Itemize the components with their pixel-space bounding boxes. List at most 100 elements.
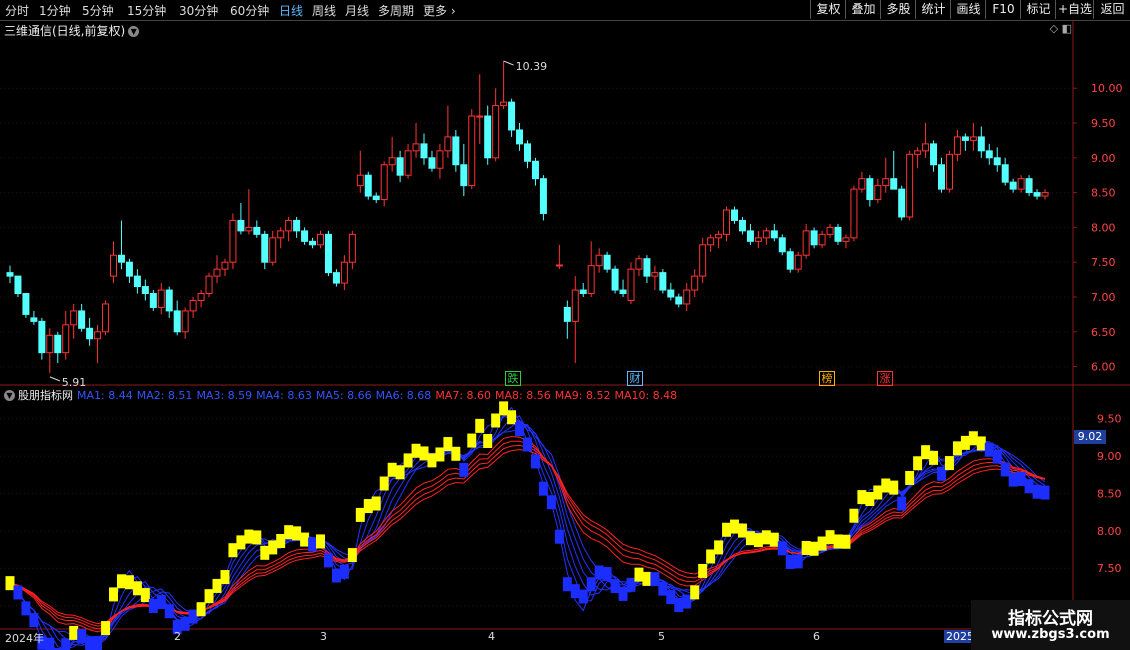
trend-block xyxy=(1008,472,1018,487)
candle-body xyxy=(293,219,301,232)
high-pointer xyxy=(503,60,514,66)
candle-body xyxy=(221,261,229,270)
y-tick-label: 9.00 xyxy=(1091,152,1116,165)
trend-block xyxy=(523,437,532,452)
candle-body xyxy=(428,157,436,169)
trend-block xyxy=(817,536,827,551)
trend-block xyxy=(730,519,739,534)
chart-canvas[interactable]: 10.00 9.50 9.00 8.50 8.00 7.50 7.00 6.50 6.00 9.5… xyxy=(0,0,1130,650)
candle-body xyxy=(468,115,476,187)
candle-body xyxy=(309,240,317,246)
trend-block xyxy=(897,496,907,511)
candle-body xyxy=(508,101,516,131)
watermark: 指标公式网 www.zbgs3.com xyxy=(971,600,1130,650)
trend-block xyxy=(992,449,1002,464)
event-badge[interactable]: 跌 xyxy=(505,371,521,386)
candle-body xyxy=(667,289,675,298)
trend-block xyxy=(1040,485,1050,500)
candle-body xyxy=(826,226,834,235)
candle-body xyxy=(922,143,930,152)
trend-block xyxy=(69,625,79,640)
trend-block xyxy=(952,441,962,456)
y-tick-label: 7.00 xyxy=(1091,291,1116,304)
low-pointer xyxy=(49,376,60,382)
trend-block xyxy=(610,579,620,594)
trend-block xyxy=(586,577,596,592)
trend-block xyxy=(85,636,95,650)
candle-body xyxy=(14,275,22,295)
candle-body xyxy=(141,286,149,295)
candle-body xyxy=(165,289,173,312)
trend-block xyxy=(857,490,867,505)
trend-block xyxy=(451,446,461,461)
trend-block xyxy=(109,587,118,602)
candle-body xyxy=(332,272,340,284)
trend-block xyxy=(148,598,158,613)
trend-block xyxy=(658,581,668,596)
indicator-y-tick-label: 8.00 xyxy=(1097,525,1122,538)
candle-body xyxy=(173,310,181,333)
trend-block xyxy=(530,454,540,469)
y-tick-label: 6.00 xyxy=(1091,361,1116,374)
trend-block xyxy=(960,435,970,450)
candle-body xyxy=(579,289,587,295)
indicator-y-tick-label: 7.50 xyxy=(1097,562,1122,575)
trend-block xyxy=(881,478,891,493)
candle-body xyxy=(731,209,738,221)
trend-block xyxy=(507,410,517,425)
candle-body xyxy=(882,178,890,187)
candle-body xyxy=(396,157,404,176)
trend-block xyxy=(698,563,708,578)
trend-block xyxy=(602,567,612,582)
y-tick-label: 8.50 xyxy=(1091,187,1116,200)
candle-body xyxy=(516,129,524,145)
candle-body xyxy=(237,219,245,232)
trend-block xyxy=(21,601,31,616)
candle-body xyxy=(1001,164,1009,183)
trend-block xyxy=(459,462,469,477)
candle-body xyxy=(149,293,157,308)
trend-block xyxy=(905,470,915,485)
candle-body xyxy=(245,226,253,232)
event-badge[interactable]: 榜 xyxy=(819,371,835,386)
candle-body xyxy=(977,136,985,152)
trend-block xyxy=(252,530,262,545)
trend-block xyxy=(116,574,126,589)
date-label-apr: 4 xyxy=(488,630,495,643)
candle-body xyxy=(261,233,269,263)
candle-body xyxy=(157,289,165,308)
candle-body xyxy=(6,272,14,277)
candle-body xyxy=(953,136,961,155)
trend-block xyxy=(403,453,413,468)
trend-block xyxy=(706,549,716,564)
candle-body xyxy=(492,105,500,159)
candle-body xyxy=(1033,192,1041,197)
trend-block xyxy=(93,636,103,650)
y-tick-label: 9.50 xyxy=(1091,117,1116,130)
candle-body xyxy=(253,226,261,235)
trend-block xyxy=(714,540,724,555)
trend-block xyxy=(825,530,835,545)
candle-body xyxy=(961,136,969,141)
candle-body xyxy=(587,265,595,295)
candle-body xyxy=(78,310,86,329)
trend-block xyxy=(411,443,421,458)
event-badge[interactable]: 财 xyxy=(627,371,643,386)
candle-body xyxy=(595,254,603,267)
candle-body xyxy=(985,150,993,159)
candle-body xyxy=(762,230,770,239)
trend-block xyxy=(976,436,986,451)
watermark-title: 指标公式网 xyxy=(1008,609,1093,629)
candle-body xyxy=(404,150,412,176)
event-badge[interactable]: 涨 xyxy=(877,371,893,386)
candle-body xyxy=(110,254,117,277)
trend-block xyxy=(937,466,946,481)
y-tick-label: 6.50 xyxy=(1091,326,1116,339)
trend-block xyxy=(833,534,843,549)
trend-block xyxy=(562,577,572,592)
candle-body xyxy=(436,150,444,169)
candle-body xyxy=(778,237,786,253)
trend-block xyxy=(968,431,978,446)
candle-body xyxy=(189,299,197,312)
trend-block xyxy=(491,413,501,428)
